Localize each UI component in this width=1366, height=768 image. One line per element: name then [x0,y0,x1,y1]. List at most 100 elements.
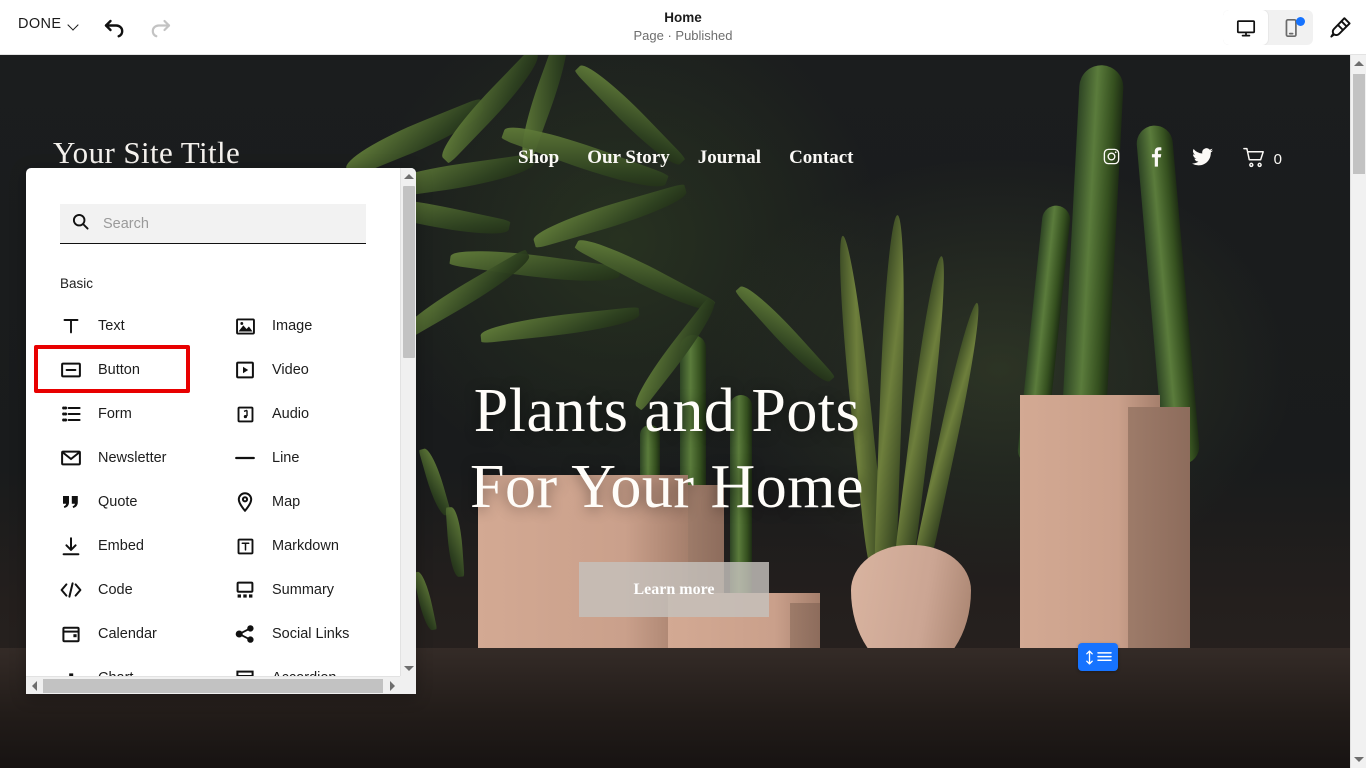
block-item-label: Summary [272,582,335,598]
image-photo-icon [234,315,256,337]
site-nav: Shop Our Story Journal Contact [518,147,853,169]
nav-item-journal[interactable]: Journal [698,147,761,169]
block-item-label: Audio [272,406,310,422]
text-t-icon [60,315,82,337]
block-item-label: Code [98,582,133,598]
nav-item-contact[interactable]: Contact [789,147,853,169]
block-type-grid: Text Image Button Video Form Audio Newsl… [60,304,380,676]
done-menu-button[interactable]: DONE [18,16,80,32]
horizontal-line-icon [234,447,256,469]
block-item-markdown[interactable]: Markdown [234,524,380,568]
block-item-accordion[interactable]: Accordion [234,656,380,676]
redo-arrow-icon [151,19,171,38]
scrollbar-corner [400,676,416,694]
block-item-social-links[interactable]: Social Links [234,612,380,656]
calendar-icon [60,623,82,645]
redo-button [145,12,177,44]
quote-marks-icon [60,491,82,513]
picker-vscroll-thumb[interactable] [403,186,415,358]
accordion-rows-icon [234,667,256,676]
audio-note-icon [234,403,256,425]
shopping-cart-icon [1242,147,1267,172]
notification-badge [1296,17,1305,26]
summary-grid-icon [234,579,256,601]
cart-button[interactable]: 0 [1242,147,1282,172]
block-item-summary[interactable]: Summary [234,568,380,612]
nav-item-our-story[interactable]: Our Story [587,147,670,169]
search-input[interactable] [101,214,341,233]
block-item-label: Form [98,406,132,422]
page-status: Page · Published [633,28,733,43]
lines-icon [1097,651,1112,661]
block-item-code[interactable]: Code [60,568,234,612]
block-item-chart[interactable]: Chart [60,656,234,676]
map-pin-icon [234,491,256,513]
block-item-label: Embed [98,538,144,554]
instagram-icon[interactable] [1102,147,1121,171]
picker-horizontal-scrollbar[interactable] [26,676,416,694]
block-item-label: Quote [98,494,138,510]
picker-vertical-scrollbar[interactable] [400,168,416,676]
page-scroll-up-arrow-icon[interactable] [1351,55,1366,72]
block-item-button[interactable]: Button [60,348,234,392]
facebook-icon[interactable] [1151,146,1162,172]
block-item-label: Map [272,494,301,510]
paintbrush-icon [1330,17,1351,38]
block-item-label: Social Links [272,626,350,642]
block-picker-scroll-area: Basic Text Image [26,168,400,676]
block-picker-panel[interactable]: Basic Text Image [26,168,416,694]
undo-arrow-icon [104,19,124,38]
search-field[interactable] [60,204,366,244]
block-item-text[interactable]: Text [60,304,234,348]
block-item-embed[interactable]: Embed [60,524,234,568]
hero-learn-more-button[interactable]: Learn more [579,562,769,617]
chevron-down-icon [69,21,80,28]
block-item-line[interactable]: Line [234,436,380,480]
style-brush-button[interactable] [1326,13,1356,43]
picker-hscroll-thumb[interactable] [43,679,383,693]
scroll-left-arrow-icon[interactable] [26,677,42,694]
group-label-basic: Basic [60,276,94,291]
editor-topbar: DONE Home Page · Published [0,0,1366,55]
block-item-label: Text [98,318,125,334]
scroll-right-arrow-icon[interactable] [384,677,400,694]
block-item-calendar[interactable]: Calendar [60,612,234,656]
block-item-label: Calendar [98,626,157,642]
desktop-monitor-icon [1236,19,1255,36]
block-item-image[interactable]: Image [234,304,380,348]
block-item-newsletter[interactable]: Newsletter [60,436,234,480]
section-spacing-button[interactable] [1078,643,1118,671]
cart-count: 0 [1273,150,1282,168]
scroll-up-arrow-icon[interactable] [401,168,416,184]
page-vertical-scrollbar[interactable] [1350,55,1366,768]
bar-chart-icon [60,667,82,676]
video-play-icon [234,359,256,381]
done-label: DONE [18,16,62,32]
mobile-view-tab[interactable] [1268,10,1313,45]
block-item-label: Line [272,450,300,466]
page-scroll-down-arrow-icon[interactable] [1351,751,1366,768]
download-arrow-icon [60,535,82,557]
scroll-down-arrow-icon[interactable] [401,660,416,676]
twitter-icon[interactable] [1191,147,1213,171]
page-scroll-thumb[interactable] [1353,74,1365,174]
undo-button[interactable] [100,12,132,44]
nav-item-shop[interactable]: Shop [518,147,559,169]
form-list-icon [60,403,82,425]
block-item-label: Video [272,362,309,378]
social-graph-icon [234,623,256,645]
device-view-toggle [1223,10,1313,45]
block-item-label: Image [272,318,313,334]
block-item-form[interactable]: Form [60,392,234,436]
block-item-map[interactable]: Map [234,480,380,524]
site-title: Your Site Title [53,135,241,170]
desktop-view-tab[interactable] [1223,10,1268,45]
block-item-label: Newsletter [98,450,167,466]
block-item-quote[interactable]: Quote [60,480,234,524]
document-info: Home Page · Published [0,9,1366,45]
vertical-resize-arrow-icon [1086,649,1093,665]
block-item-audio[interactable]: Audio [234,392,380,436]
code-brackets-icon [60,579,82,601]
block-item-video[interactable]: Video [234,348,380,392]
block-item-label: Button [98,362,140,378]
